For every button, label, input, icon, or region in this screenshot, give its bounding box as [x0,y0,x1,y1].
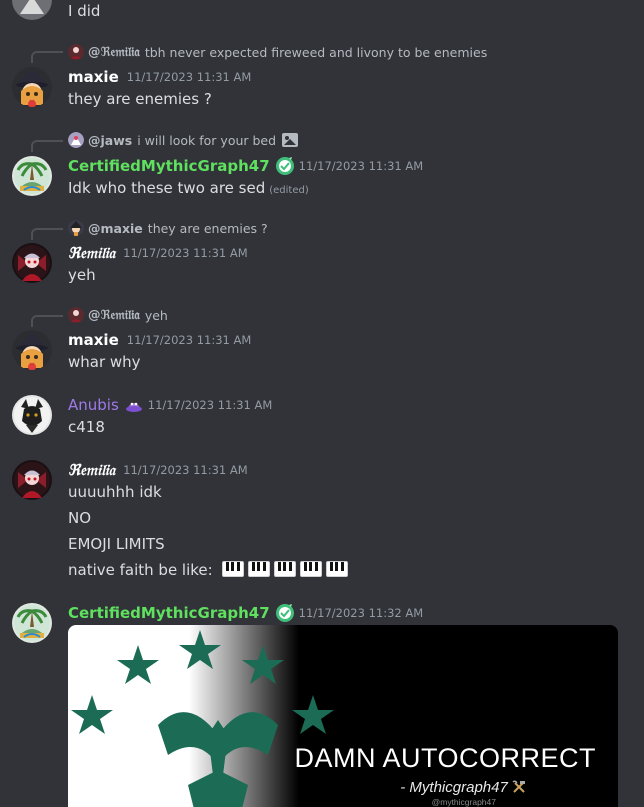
image-icon [282,133,299,147]
message-header: maxie 11/17/2023 11:31 AM [68,66,251,88]
reply-avatar [68,307,84,323]
attachment-handle: @mythicgraph47 [431,797,496,807]
message-body: Idk who these two are sed [68,179,266,197]
reply-text: they are enemies ? [147,220,268,236]
nitro-badge-icon[interactable] [275,156,295,176]
reply-preview[interactable]: @ℜ𝔢𝔪𝔦𝔩𝔦𝔞 yeh [68,306,168,324]
reply-author[interactable]: @ℜ𝔢𝔪𝔦𝔩𝔦𝔞 [88,307,140,323]
username[interactable]: Anubis [68,396,119,414]
avatar[interactable] [12,0,52,20]
reply-text: i will look for your bed [137,132,277,148]
avatar[interactable] [12,243,52,283]
timestamp[interactable]: 11/17/2023 11:31 AM [123,246,248,260]
message-text: Idk who these two are sed (edited) [68,177,309,199]
avatar[interactable] [12,156,52,196]
avatar[interactable] [12,330,52,370]
reply-text: yeh [144,307,168,323]
username[interactable]: maxie [68,68,119,86]
message-body: native faith be like: [68,561,213,579]
reply-avatar [68,44,84,60]
piano-emoji-icon[interactable] [325,561,348,577]
nitro-badge-icon[interactable] [275,603,295,623]
message-text: NO [68,509,92,527]
image-attachment[interactable]: DAMN AUTOCORRECT - Mythicgraph47 @mythic… [68,625,618,807]
avatar[interactable] [12,603,52,643]
message-text: they are enemies ? [68,90,212,108]
hammer-pick-icon [512,780,526,794]
reply-preview[interactable]: @jaws i will look for your bed [68,131,299,149]
attachment-subtitle-text: - Mythicgraph47 [400,779,508,796]
reply-connector [31,140,63,152]
message-header: CertifiedMythicGraph47 11/17/2023 11:31 … [68,155,423,177]
timestamp[interactable]: 11/17/2023 11:31 AM [148,398,273,412]
message-text: c418 [68,418,105,436]
message-header: ℜ𝔢𝔪𝔦𝔩𝔦𝔞 11/17/2023 11:31 AM [68,459,248,481]
message-text: I did [68,2,101,20]
username[interactable]: ℜ𝔢𝔪𝔦𝔩𝔦𝔞 [68,244,115,262]
avatar[interactable] [12,395,52,435]
message-text: whar why [68,353,141,371]
message-text: native faith be like: [68,559,348,581]
message-header: CertifiedMythicGraph47 11/17/2023 11:32 … [68,602,423,624]
reply-preview[interactable]: @maxie they are enemies ? [68,219,268,237]
timestamp[interactable]: 11/17/2023 11:31 AM [127,333,252,347]
attachment-subtitle: - Mythicgraph47 [400,779,526,796]
piano-emoji-icon[interactable] [273,561,296,577]
username[interactable]: CertifiedMythicGraph47 [68,157,270,175]
timestamp[interactable]: 11/17/2023 11:31 AM [299,159,424,173]
reply-text: tbh never expected fireweed and livony t… [144,44,488,60]
message-header: Anubis 11/17/2023 11:31 AM [68,394,272,416]
message-text: EMOJI LIMITS [68,535,165,553]
attachment-image [68,625,618,807]
timestamp[interactable]: 11/17/2023 11:31 AM [127,70,252,84]
edited-label: (edited) [269,185,309,196]
timestamp[interactable]: 11/17/2023 11:31 AM [123,463,248,477]
avatar[interactable] [12,460,52,500]
timestamp[interactable]: 11/17/2023 11:32 AM [299,606,424,620]
role-badge-icon[interactable] [124,395,144,415]
message-header: ℜ𝔢𝔪𝔦𝔩𝔦𝔞 11/17/2023 11:31 AM [68,242,248,264]
reply-connector [31,315,63,327]
username[interactable]: CertifiedMythicGraph47 [68,604,270,622]
attachment-title: DAMN AUTOCORRECT [294,743,596,773]
reply-connector [31,228,63,240]
reply-author[interactable]: @maxie [88,221,143,236]
chat-message-list: I did @ℜ𝔢𝔪𝔦𝔩𝔦𝔞 tbh never expected firewe… [0,0,644,807]
piano-emoji-icon[interactable] [247,561,270,577]
username[interactable]: maxie [68,331,119,349]
reply-avatar [68,132,84,148]
message-text: uuuuhhh idk [68,483,162,501]
piano-emoji-icon[interactable] [221,561,244,577]
reply-preview[interactable]: @ℜ𝔢𝔪𝔦𝔩𝔦𝔞 tbh never expected fireweed and… [68,43,487,61]
reply-avatar [68,220,84,236]
username[interactable]: ℜ𝔢𝔪𝔦𝔩𝔦𝔞 [68,461,115,479]
message-header: maxie 11/17/2023 11:31 AM [68,329,251,351]
message-text: yeh [68,266,96,284]
piano-emoji-icon[interactable] [299,561,322,577]
reply-author[interactable]: @jaws [88,133,132,148]
reply-author[interactable]: @ℜ𝔢𝔪𝔦𝔩𝔦𝔞 [88,44,140,60]
reply-connector [31,51,63,63]
avatar[interactable] [12,67,52,107]
